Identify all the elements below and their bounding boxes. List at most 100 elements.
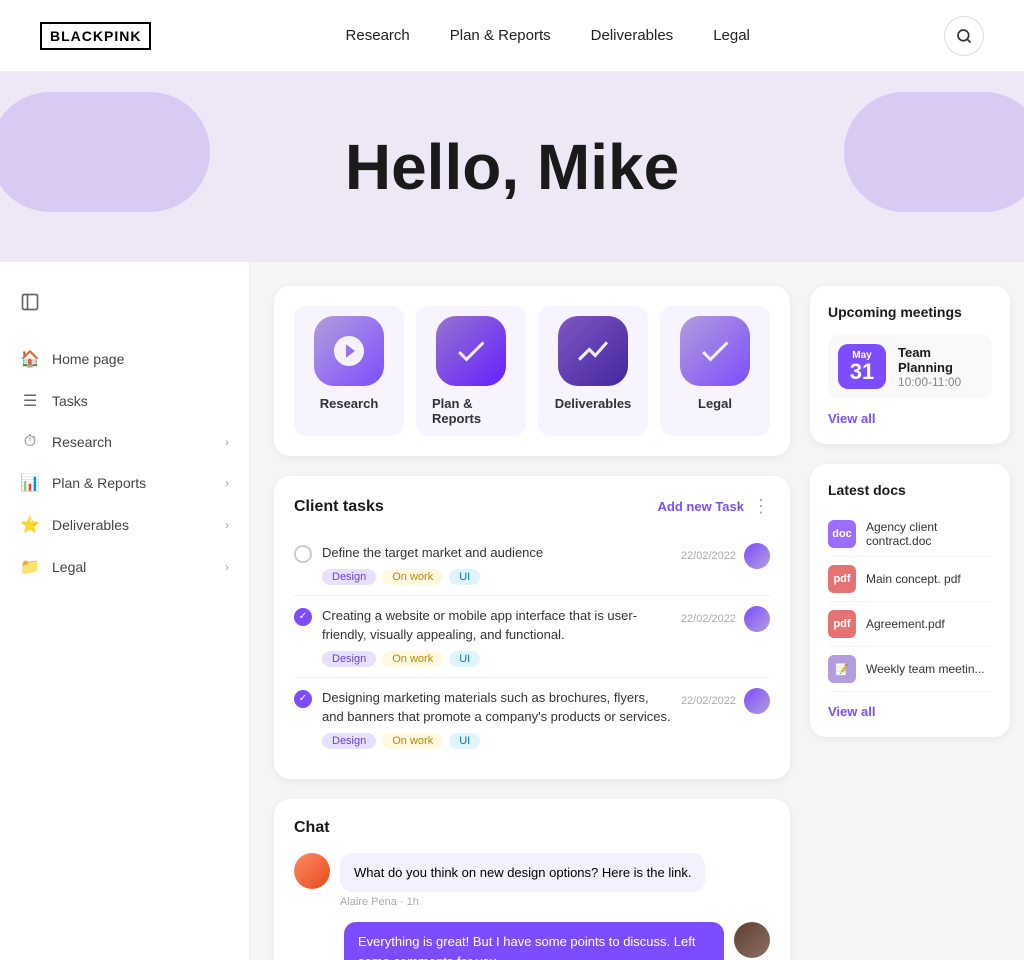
task-text: Creating a website or mobile app interfa… xyxy=(322,606,671,645)
avatar xyxy=(294,853,330,889)
add-task-button[interactable]: Add new Task xyxy=(658,499,744,514)
home-icon: 🏠 xyxy=(20,349,40,369)
tag-onwork: On work xyxy=(382,733,443,749)
sidebar-item-plan-reports[interactable]: 📊 Plan & Reports › xyxy=(0,463,249,503)
task-text: Designing marketing materials such as br… xyxy=(322,688,671,727)
nav-research[interactable]: Research xyxy=(346,27,410,44)
sidebar-label-deliverables: Deliverables xyxy=(52,517,129,533)
task-checkbox[interactable]: ✓ xyxy=(294,690,312,708)
chevron-right-icon: › xyxy=(225,435,229,449)
category-research[interactable]: Research xyxy=(294,306,404,436)
sidebar: 🏠 Home page ☰ Tasks ⏱ Research › 📊 Plan … xyxy=(0,262,250,960)
header: BLACKPINK Research Plan & Reports Delive… xyxy=(0,0,1024,72)
doc-item[interactable]: doc Agency client contract.doc xyxy=(828,512,992,557)
research-card-label: Research xyxy=(320,396,379,411)
left-column: Research Plan & Reports Deliverables xyxy=(274,286,790,936)
chevron-right-icon: › xyxy=(225,476,229,490)
search-icon xyxy=(956,28,972,44)
latest-docs-card: Latest docs doc Agency client contract.d… xyxy=(810,464,1010,737)
tag-ui: UI xyxy=(449,733,480,749)
sidebar-item-legal[interactable]: 📁 Legal › xyxy=(0,547,249,587)
hero-greeting: Hello, Mike xyxy=(345,130,679,204)
task-body: Designing marketing materials such as br… xyxy=(322,688,671,749)
task-meta: 22/02/2022 xyxy=(681,543,770,569)
sidebar-collapse-button[interactable] xyxy=(0,282,249,327)
research-card-icon xyxy=(314,316,384,386)
tag-design: Design xyxy=(322,733,376,749)
message-content: What do you think on new design options?… xyxy=(340,853,705,893)
task-checkbox[interactable]: ✓ xyxy=(294,608,312,626)
category-plan-reports[interactable]: Plan & Reports xyxy=(416,306,526,436)
hero-section: Hello, Mike xyxy=(0,72,1024,262)
message-content: Everything is great! But I have some poi… xyxy=(344,922,724,960)
doc-icon: doc xyxy=(828,520,856,548)
legal-icon: 📁 xyxy=(20,557,40,577)
doc-name: Agency client contract.doc xyxy=(866,520,992,548)
tasks-actions: Add new Task ⋮ xyxy=(658,496,770,517)
sidebar-label-homepage: Home page xyxy=(52,351,124,367)
nav-plan-reports[interactable]: Plan & Reports xyxy=(450,27,551,44)
legal-card-icon xyxy=(680,316,750,386)
category-legal[interactable]: Legal xyxy=(660,306,770,436)
task-tags: Design On work UI xyxy=(322,733,671,749)
tag-onwork: On work xyxy=(382,651,443,667)
sidebar-label-legal: Legal xyxy=(52,559,86,575)
nav-legal[interactable]: Legal xyxy=(713,27,750,44)
plan-icon: 📊 xyxy=(20,473,40,493)
meeting-info: Team Planning 10:00-11:00 xyxy=(898,345,982,389)
docs-view-all-link[interactable]: View all xyxy=(828,704,992,719)
sidebar-label-tasks: Tasks xyxy=(52,393,88,409)
deliverables-card-label: Deliverables xyxy=(555,396,632,411)
search-button[interactable] xyxy=(944,16,984,56)
task-date: 22/02/2022 xyxy=(681,550,736,562)
category-deliverables[interactable]: Deliverables xyxy=(538,306,648,436)
meeting-day: 31 xyxy=(848,361,876,383)
plan-card-label: Plan & Reports xyxy=(432,396,510,426)
sidebar-item-homepage[interactable]: 🏠 Home page xyxy=(0,339,249,379)
task-text: Define the target market and audience xyxy=(322,543,671,563)
tag-ui: UI xyxy=(449,569,480,585)
nav-deliverables[interactable]: Deliverables xyxy=(591,27,674,44)
doc-item[interactable]: pdf Agreement.pdf xyxy=(828,602,992,647)
task-item: Define the target market and audience De… xyxy=(294,533,770,596)
doc-name: Main concept. pdf xyxy=(866,572,961,586)
sidebar-item-deliverables[interactable]: ⭐ Deliverables › xyxy=(0,505,249,545)
task-date: 22/02/2022 xyxy=(681,695,736,707)
task-checkbox[interactable] xyxy=(294,545,312,563)
sidebar-item-tasks[interactable]: ☰ Tasks xyxy=(0,381,249,421)
doc-item[interactable]: 📝 Weekly team meetin... xyxy=(828,647,992,692)
right-column: Upcoming meetings May 31 Team Planning 1… xyxy=(810,286,1010,936)
task-tags: Design On work UI xyxy=(322,651,671,667)
sidebar-item-research[interactable]: ⏱ Research › xyxy=(0,423,249,461)
message-bubble: Everything is great! But I have some poi… xyxy=(344,922,724,960)
doc-item[interactable]: pdf Main concept. pdf xyxy=(828,557,992,602)
meeting-date-badge: May 31 xyxy=(838,344,886,389)
research-icon: ⏱ xyxy=(20,433,40,451)
avatar xyxy=(734,922,770,958)
message-text: What do you think on new design options?… xyxy=(354,863,691,883)
tasks-menu-icon[interactable]: ⋮ xyxy=(752,496,770,517)
tasks-icon: ☰ xyxy=(20,391,40,411)
chevron-right-icon: › xyxy=(225,560,229,574)
avatar xyxy=(744,688,770,714)
avatar xyxy=(744,543,770,569)
hero-decoration-left xyxy=(0,92,210,212)
deliverables-card-icon xyxy=(558,316,628,386)
task-body: Define the target market and audience De… xyxy=(322,543,671,585)
chat-card: Chat What do you think on new design opt… xyxy=(274,799,790,960)
meetings-view-all-link[interactable]: View all xyxy=(828,411,992,426)
avatar xyxy=(744,606,770,632)
task-meta: 22/02/2022 xyxy=(681,688,770,714)
tag-onwork: On work xyxy=(382,569,443,585)
task-item: ✓ Creating a website or mobile app inter… xyxy=(294,596,770,678)
main-nav: Research Plan & Reports Deliverables Leg… xyxy=(346,27,750,44)
chat-message-right: Everything is great! But I have some poi… xyxy=(294,922,770,960)
plan-card-icon xyxy=(436,316,506,386)
doc-icon: pdf xyxy=(828,565,856,593)
message-meta: Alaire Pena · 1h xyxy=(340,896,705,908)
tag-ui: UI xyxy=(449,651,480,667)
hero-decoration-right xyxy=(844,92,1024,212)
doc-icon: 📝 xyxy=(828,655,856,683)
doc-name: Agreement.pdf xyxy=(866,617,945,631)
logo[interactable]: BLACKPINK xyxy=(40,22,151,50)
